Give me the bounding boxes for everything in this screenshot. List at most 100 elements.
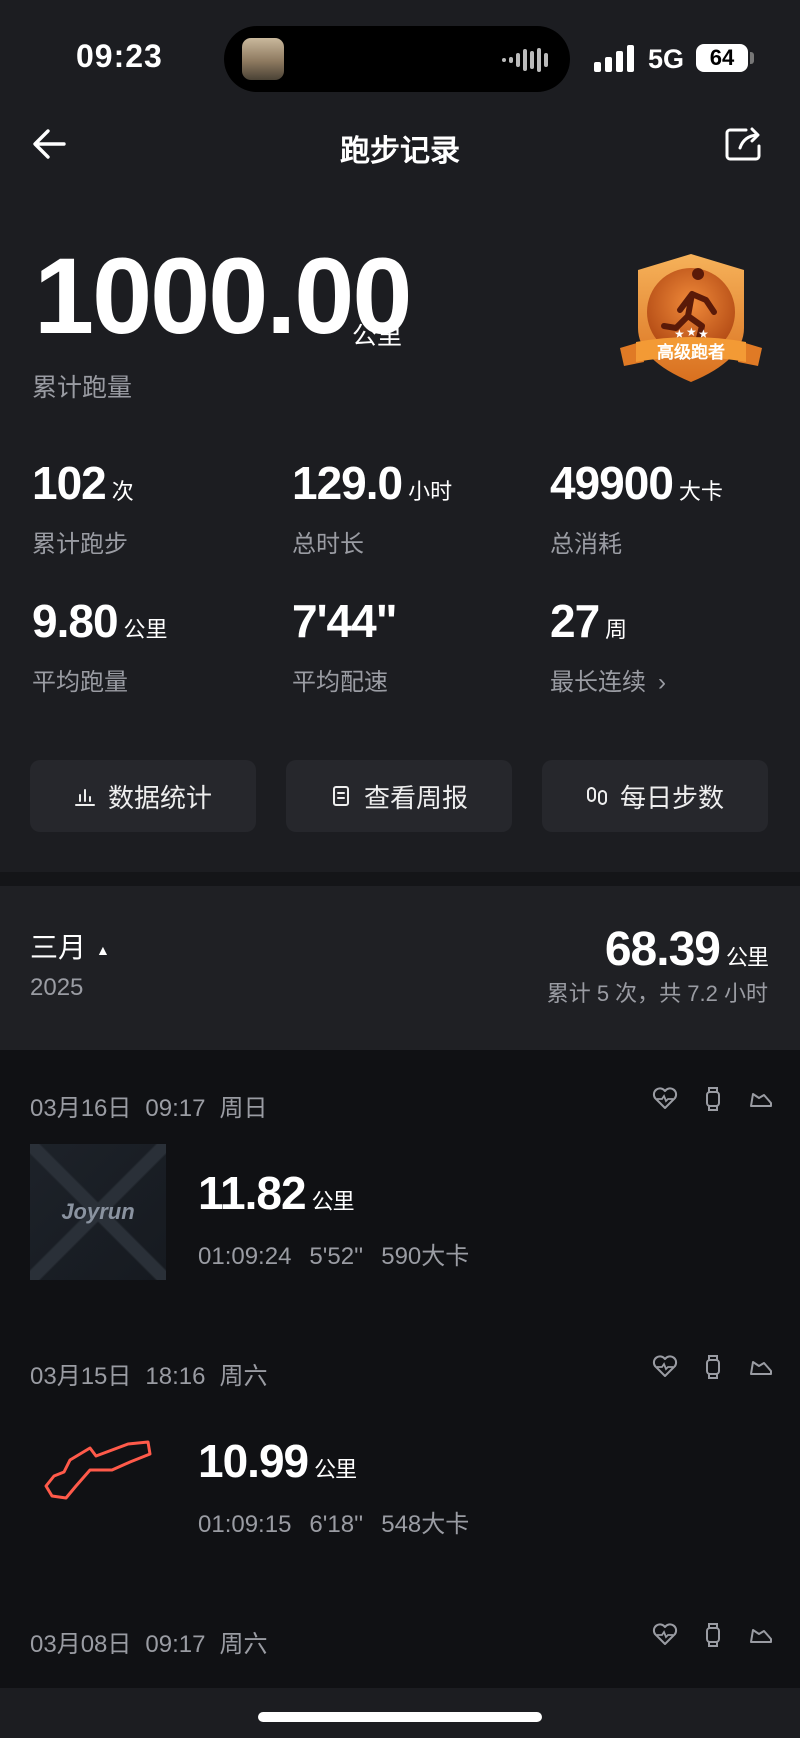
audio-wave-icon <box>502 48 548 72</box>
route-map-icon <box>44 1440 152 1500</box>
shoe-icon <box>750 1093 772 1107</box>
run-records-list: 03月16日 09:17 周日 Joyrun 11.82 公里 01:09:24 5'5… <box>0 1050 800 1688</box>
home-indicator[interactable] <box>258 1712 542 1722</box>
record-duration: 01:09:24 <box>198 1243 292 1270</box>
stat-total-calories: 49900 大卡 总消耗 <box>550 460 790 559</box>
caret-up-icon: ▲ <box>96 941 110 958</box>
status-bar: 09:23 5G 64 <box>0 0 800 100</box>
stat-label: 总时长 <box>292 531 364 558</box>
stat-label: 最长连续 <box>550 669 646 696</box>
page-title: 跑步记录 <box>340 135 460 168</box>
route-thumbnail-placeholder: Joyrun <box>30 1144 166 1280</box>
month-distance-unit: 公里 <box>725 945 769 970</box>
battery-icon: 64 <box>696 44 748 72</box>
bar-chart-icon <box>74 789 95 806</box>
share-icon[interactable] <box>724 126 764 162</box>
action-label: 每日步数 <box>619 782 724 813</box>
badge-label: 高级跑者 <box>657 342 725 363</box>
network-type: 5G <box>648 44 685 74</box>
month-distance-value: 68.39 <box>604 923 721 976</box>
stat-longest-streak[interactable]: 27 周 最长连续 › <box>550 598 790 697</box>
stat-unit: 公里 <box>123 617 168 642</box>
record-date: 03月16日 <box>30 1095 132 1122</box>
heart-rate-icon <box>652 1355 678 1377</box>
record-time: 09:17 <box>145 1095 206 1122</box>
stat-unit: 小时 <box>408 479 453 504</box>
stat-total-duration: 129.0 小时 总时长 <box>292 460 532 559</box>
record-device-icons <box>652 1086 774 1112</box>
total-distance-unit: 公里 <box>352 322 403 350</box>
watch-icon <box>706 1355 720 1379</box>
stat-label: 平均跑量 <box>32 669 128 696</box>
record-distance: 11.82 公里 <box>198 1166 355 1220</box>
weekly-report-button[interactable]: 查看周报 <box>286 760 512 832</box>
dynamic-island[interactable] <box>224 26 570 92</box>
stat-value: 9.80 <box>32 595 119 647</box>
battery-tip <box>750 52 754 64</box>
data-statistics-button[interactable]: 数据统计 <box>30 760 256 832</box>
record-weekday: 周六 <box>219 1363 268 1390</box>
record-date: 03月08日 <box>30 1631 132 1658</box>
month-summary: 三月 ▲ 2025 68.39 公里 累计 5 次，共 7.2 小时 <box>0 886 800 1050</box>
watch-icon <box>706 1087 720 1111</box>
record-header: 03月15日 18:16 周六 <box>30 1356 281 1391</box>
record-date: 03月15日 <box>30 1363 132 1390</box>
record-weekday: 周六 <box>219 1631 268 1658</box>
shoe-icon <box>750 1361 772 1375</box>
record-calories: 590大卡 <box>381 1243 470 1270</box>
stat-value: 49900 <box>550 457 674 509</box>
record-device-icons <box>652 1354 774 1380</box>
svg-text:★: ★ <box>686 325 697 339</box>
stat-value: 27 <box>550 595 600 647</box>
status-time: 09:23 <box>76 38 163 74</box>
record-duration: 01:09:15 <box>198 1511 292 1538</box>
stat-total-runs: 102 次 累计跑步 <box>32 460 272 559</box>
runner-level-badge[interactable]: ★ ★ ★ 高级跑者 <box>618 250 764 390</box>
record-device-icons <box>652 1622 774 1648</box>
section-divider <box>0 872 800 886</box>
stat-unit: 周 <box>605 617 628 642</box>
stat-unit: 次 <box>111 479 134 504</box>
chevron-right-icon: › <box>658 669 666 696</box>
joyrun-logo: Joyrun <box>61 1199 135 1224</box>
stat-average-distance: 9.80 公里 平均跑量 <box>32 598 272 697</box>
footprint-icon <box>586 787 607 805</box>
signal-icon <box>594 44 634 72</box>
record-calories: 548大卡 <box>381 1511 470 1538</box>
shoe-icon <box>750 1629 772 1643</box>
nav-bar: 跑步记录 <box>0 112 800 176</box>
report-icon <box>332 786 349 806</box>
record-distance-value: 10.99 <box>198 1435 309 1487</box>
heart-rate-icon <box>652 1623 678 1645</box>
stat-value: 102 <box>32 457 107 509</box>
now-playing-artwork <box>242 38 284 80</box>
record-time: 09:17 <box>145 1631 206 1658</box>
daily-steps-button[interactable]: 每日步数 <box>542 760 768 832</box>
stat-value: 129.0 <box>292 457 403 509</box>
record-weekday: 周日 <box>219 1095 268 1122</box>
stat-label: 总消耗 <box>550 531 622 558</box>
action-label: 查看周报 <box>363 782 468 813</box>
total-distance-label: 累计跑量 <box>32 374 133 402</box>
month-year: 2025 <box>30 974 84 1001</box>
record-distance-value: 11.82 <box>198 1167 307 1219</box>
record-distance: 10.99 公里 <box>198 1434 357 1488</box>
month-name: 三月 <box>30 932 87 963</box>
stat-average-pace: 7'44" 平均配速 <box>292 598 532 697</box>
watch-icon <box>706 1623 720 1647</box>
record-distance-unit: 公里 <box>314 1457 357 1482</box>
record-meta: 01:09:15 6'18'' 548大卡 <box>198 1504 487 1539</box>
record-meta: 01:09:24 5'52'' 590大卡 <box>198 1236 487 1271</box>
month-selector[interactable]: 三月 ▲ <box>30 926 110 966</box>
month-summary-text: 累计 5 次，共 7.2 小时 <box>546 981 768 1006</box>
record-pace: 6'18'' <box>309 1511 364 1538</box>
record-header: 03月08日 09:17 周六 <box>30 1624 281 1659</box>
stat-label: 累计跑步 <box>32 531 128 558</box>
stat-value: 7'44" <box>292 595 397 647</box>
record-pace: 5'52'' <box>309 1243 364 1270</box>
record-distance-unit: 公里 <box>311 1189 355 1214</box>
record-header: 03月16日 09:17 周日 <box>30 1088 281 1123</box>
month-distance: 68.39 公里 <box>604 922 769 977</box>
heart-rate-icon <box>652 1087 678 1109</box>
action-label: 数据统计 <box>107 782 212 813</box>
